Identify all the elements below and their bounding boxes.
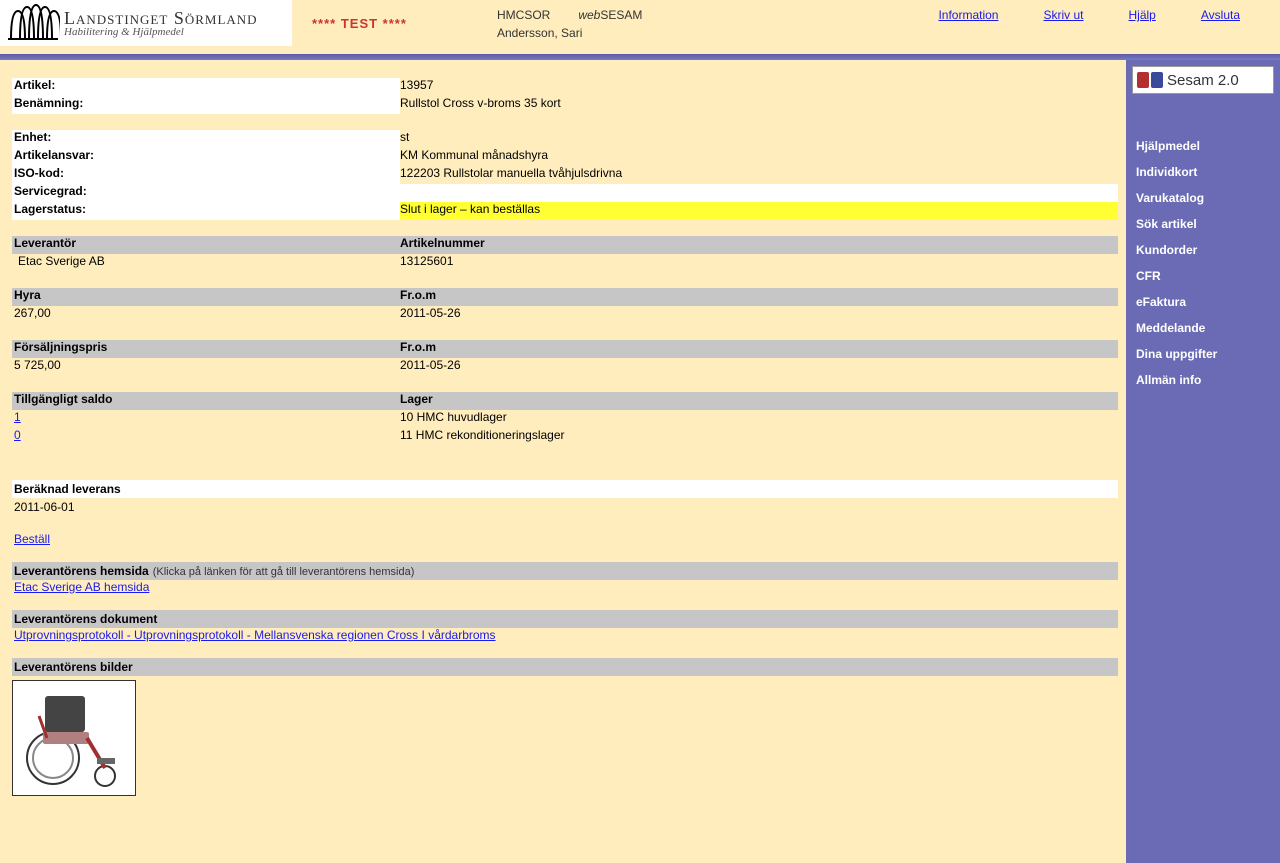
sidebar-item-sok-artikel[interactable]: Sök artikel <box>1132 212 1274 236</box>
sidebar-item-dina-uppgifter[interactable]: Dina uppgifter <box>1132 342 1274 366</box>
link-logout[interactable]: Avsluta <box>1201 8 1240 22</box>
stock-table-row: 1 10 HMC huvudlager <box>12 410 1118 428</box>
vendor-images-head: Leverantörens bilder <box>12 658 1118 676</box>
system-code: HMCSOR <box>497 8 550 22</box>
price-table-row: 5 725,00 2011-05-26 <box>12 358 1118 376</box>
wheelchair-icon <box>19 686 129 790</box>
supplier-table-head: Leverantör Artikelnummer <box>12 236 1118 254</box>
sidebar-item-allman-info[interactable]: Allmän info <box>1132 368 1274 392</box>
vendor-site-link[interactable]: Etac Sverige AB hemsida <box>14 580 149 594</box>
current-user: Andersson, Sari <box>497 26 1280 40</box>
field-lagerstatus: Lagerstatus: Slut i lager – kan beställa… <box>12 202 1118 220</box>
delivery-date: 2011-06-01 <box>12 498 1118 516</box>
badge-square-blue <box>1151 72 1163 88</box>
vendor-site-head: Leverantörens hemsida(Klicka på länken f… <box>12 562 1118 580</box>
field-artikel: Artikel: 13957 <box>12 78 1118 96</box>
sidebar-item-varukatalog[interactable]: Varukatalog <box>1132 186 1274 210</box>
test-indicator: **** TEST **** <box>292 0 497 46</box>
field-enhet: Enhet: st <box>12 130 1118 148</box>
app-title: webSESAM <box>578 8 642 22</box>
org-subtitle: Habilitering & Hjälpmedel <box>64 27 258 38</box>
org-name: Landstinget Sörmland <box>64 9 258 27</box>
rent-table-row: 267,00 2011-05-26 <box>12 306 1118 324</box>
sidebar-item-cfr[interactable]: CFR <box>1132 264 1274 288</box>
stock-table-head: Tillgängligt saldo Lager <box>12 392 1118 410</box>
link-help[interactable]: Hjälp <box>1129 8 1156 22</box>
rent-table-head: Hyra Fr.o.m <box>12 288 1118 306</box>
field-isokod: ISO-kod: 122203 Rullstolar manuella tvåh… <box>12 166 1118 184</box>
badge-square-red <box>1137 72 1149 88</box>
stock-qty-link-2[interactable]: 0 <box>14 428 21 442</box>
vendor-docs-head: Leverantörens dokument <box>12 610 1118 628</box>
right-sidebar: Sesam 2.0 Hjälpmedel Individkort Varukat… <box>1126 60 1280 863</box>
sidebar-item-meddelande[interactable]: Meddelande <box>1132 316 1274 340</box>
supplier-table-row: Etac Sverige AB 13125601 <box>12 254 1118 272</box>
org-logo: Landstinget Sörmland Habilitering & Hjäl… <box>0 0 292 46</box>
field-benamning: Benämning: Rullstol Cross v-broms 35 kor… <box>12 96 1118 114</box>
field-artikelansvar: Artikelansvar: KM Kommunal månadshyra <box>12 148 1118 166</box>
stock-qty-link-1[interactable]: 1 <box>14 410 21 424</box>
order-link[interactable]: Beställ <box>14 532 50 546</box>
delivery-head: Beräknad leverans <box>12 480 1118 498</box>
crown-icon <box>6 3 60 43</box>
stock-table-row: 0 11 HMC rekonditioneringslager <box>12 428 1118 446</box>
sidebar-item-hjalpmedel[interactable]: Hjälpmedel <box>1132 134 1274 158</box>
link-print[interactable]: Skriv ut <box>1043 8 1083 22</box>
sidebar-item-efaktura[interactable]: eFaktura <box>1132 290 1274 314</box>
product-thumbnail[interactable] <box>12 680 136 796</box>
sidebar-item-individkort[interactable]: Individkort <box>1132 160 1274 184</box>
sidebar-item-kundorder[interactable]: Kundorder <box>1132 238 1274 262</box>
sesam-badge: Sesam 2.0 <box>1132 66 1274 94</box>
vendor-doc-link[interactable]: Utprovningsprotokoll - Utprovningsprotok… <box>14 628 496 642</box>
top-header: Landstinget Sörmland Habilitering & Hjäl… <box>0 0 1280 54</box>
price-table-head: Försäljningspris Fr.o.m <box>12 340 1118 358</box>
link-information[interactable]: Information <box>938 8 998 22</box>
field-servicegrad: Servicegrad: <box>12 184 1118 202</box>
content-area: Artikel: 13957 Benämning: Rullstol Cross… <box>0 60 1126 863</box>
